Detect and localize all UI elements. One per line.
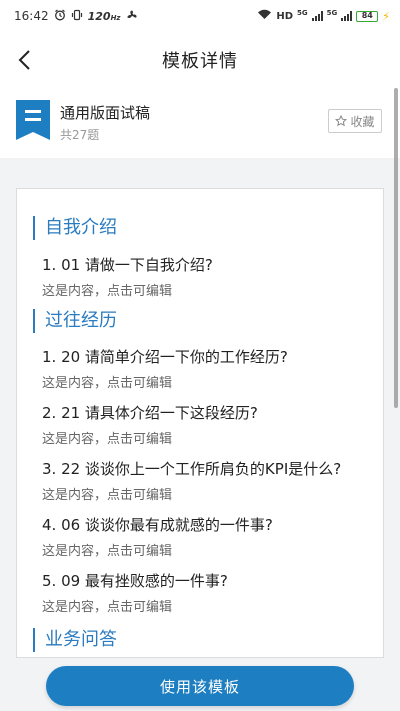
- section-title-business: 业务问答: [33, 628, 117, 652]
- question-title[interactable]: 2. 21 请具体介绍一下这段经历?: [42, 402, 258, 423]
- question-title[interactable]: 1. 01 请做一下自我介绍?: [42, 254, 213, 275]
- nav-bar: 模板详情: [0, 32, 400, 88]
- question-title[interactable]: 4. 06 谈谈你最有成就感的一件事?: [42, 514, 273, 535]
- star-icon: [335, 115, 348, 127]
- favorite-button[interactable]: 收藏: [328, 109, 382, 133]
- question-title[interactable]: 3. 22 谈谈你上一个工作所肩负的KPI是什么?: [42, 458, 341, 479]
- page-title: 模板详情: [162, 51, 238, 72]
- status-bar: 16:42 120Hz HD 5G 5G 84 ⚡: [0, 0, 400, 32]
- scrollbar[interactable]: [394, 88, 398, 408]
- charging-icon: ⚡: [382, 9, 390, 23]
- question-content[interactable]: 这是内容，点击可编辑: [42, 484, 172, 503]
- question-title[interactable]: 5. 09 最有挫败感的一件事?: [42, 570, 228, 591]
- question-count: 共27题: [60, 128, 100, 142]
- question-content[interactable]: 这是内容，点击可编辑: [42, 428, 172, 447]
- signal-icon-2: [341, 11, 353, 21]
- alarm-icon: [54, 9, 66, 24]
- battery-icon: 84: [356, 10, 379, 22]
- chevron-left-icon: [18, 50, 30, 70]
- refresh-rate: 120Hz: [87, 9, 121, 23]
- template-header: 通用版面试稿 共27题 收藏: [0, 88, 400, 158]
- question-content[interactable]: 这是内容，点击可编辑: [42, 372, 172, 391]
- signal-icon: [311, 11, 323, 21]
- question-content[interactable]: 这是内容，点击可编辑: [42, 540, 172, 559]
- status-time: 16:42: [14, 9, 49, 23]
- document-icon: [16, 100, 50, 140]
- fan-icon: [126, 9, 138, 24]
- question-content[interactable]: 这是内容，点击可编辑: [42, 280, 172, 299]
- template-name: 通用版面试稿: [60, 104, 151, 122]
- signal-label-1: 5G: [297, 9, 308, 17]
- signal-label-2: 5G: [326, 9, 338, 17]
- question-title[interactable]: 1. 20 请简单介绍一下你的工作经历?: [42, 346, 288, 367]
- question-content[interactable]: 这是内容，点击可编辑: [42, 596, 172, 615]
- vibrate-icon: [71, 9, 83, 24]
- use-template-button[interactable]: 使用该模板: [46, 666, 354, 706]
- hd-label: HD: [276, 10, 294, 22]
- back-button[interactable]: [10, 46, 38, 74]
- section-title-self-intro: 自我介绍: [33, 216, 117, 240]
- section-title-experience: 过往经历: [33, 309, 117, 333]
- wifi-icon: [257, 9, 272, 23]
- question-list-card: 自我介绍 1. 01 请做一下自我介绍? 这是内容，点击可编辑 过往经历 1. …: [16, 188, 384, 658]
- favorite-label: 收藏: [350, 114, 375, 129]
